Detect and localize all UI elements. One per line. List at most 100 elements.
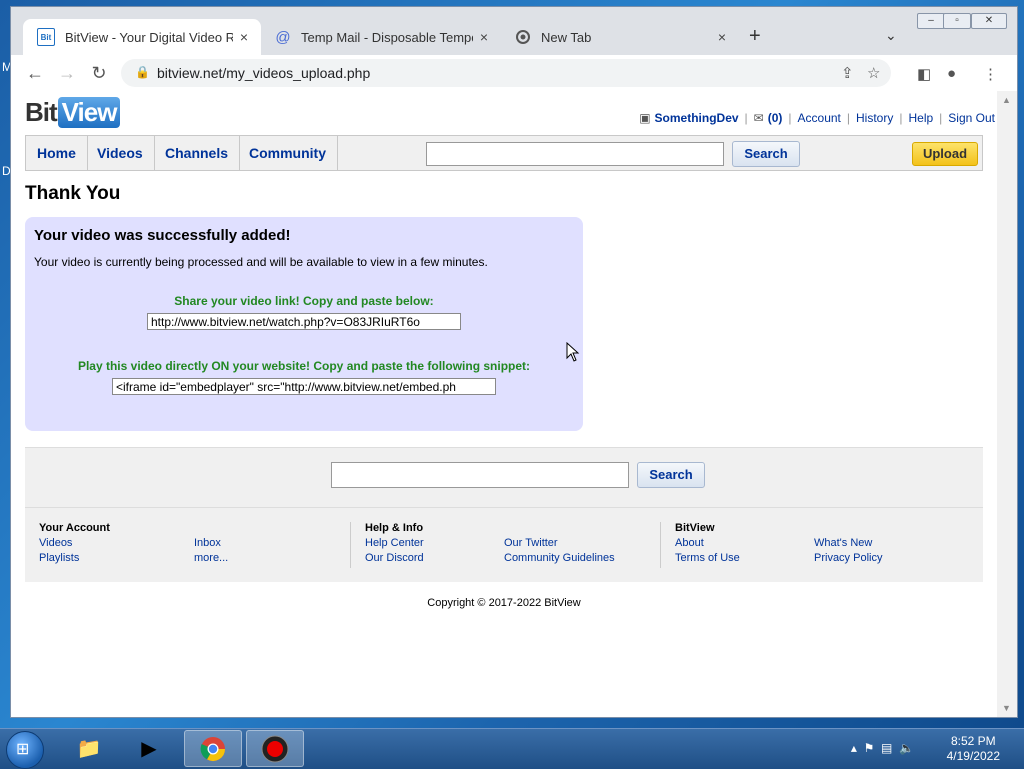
- separator: |: [939, 111, 943, 125]
- bitview-logo[interactable]: Bit View: [25, 97, 121, 128]
- separator: |: [899, 111, 903, 125]
- bookmark-star-icon[interactable]: ☆: [867, 64, 880, 82]
- at-sign-icon: @: [275, 28, 291, 46]
- recorder-icon[interactable]: [246, 730, 304, 767]
- processing-message: Your video is currently being processed …: [34, 255, 488, 269]
- separator: |: [846, 111, 851, 125]
- close-tab-icon[interactable]: ×: [711, 29, 733, 45]
- scroll-up-icon[interactable]: ▲: [1002, 95, 1011, 105]
- account-link[interactable]: Account: [798, 111, 841, 125]
- copyright: Copyright © 2017-2022 BitView: [427, 597, 581, 609]
- footer-search-button[interactable]: Search: [637, 462, 705, 488]
- clock-time: 8:52 PM: [950, 734, 996, 748]
- lock-icon: 🔒: [135, 65, 150, 79]
- close-tab-icon[interactable]: ×: [473, 29, 495, 45]
- reload-icon[interactable]: ↻: [87, 61, 111, 85]
- side-panel-icon[interactable]: ◧: [917, 65, 931, 83]
- tab-title: New Tab: [541, 29, 592, 45]
- footer-link-playlists[interactable]: Playlists: [39, 552, 79, 564]
- menu-kebab-icon[interactable]: ⋮: [983, 65, 998, 83]
- nav-videos[interactable]: Videos: [86, 136, 155, 170]
- mouse-cursor-icon: [566, 342, 580, 362]
- divider: [660, 522, 661, 568]
- footer-link-terms[interactable]: Terms of Use: [675, 552, 740, 564]
- forward-icon[interactable]: →: [55, 61, 79, 85]
- nav-community[interactable]: Community: [238, 136, 338, 170]
- bitview-heading: BitView: [675, 522, 715, 534]
- page-title: Thank You: [25, 183, 121, 204]
- tab-bitview[interactable]: Bit BitView - Your Digital Video Repo ×: [23, 19, 261, 55]
- search-button[interactable]: Search: [732, 141, 800, 167]
- file-explorer-icon[interactable]: 📁: [60, 730, 118, 767]
- footer-link-twitter[interactable]: Our Twitter: [504, 537, 558, 549]
- nav-home[interactable]: Home: [26, 136, 88, 170]
- separator: |: [744, 111, 748, 125]
- footer-link-help-center[interactable]: Help Center: [365, 537, 424, 549]
- help-info-heading: Help & Info: [365, 522, 424, 534]
- close-window-button[interactable]: ✕: [971, 13, 1007, 29]
- tab-temp-mail[interactable]: @ Temp Mail - Disposable Tempora ×: [261, 19, 501, 55]
- chrome-icon: [515, 29, 531, 45]
- footer-link-community-guidelines[interactable]: Community Guidelines: [504, 552, 615, 564]
- divider: [350, 522, 351, 568]
- footer-link-videos[interactable]: Videos: [39, 537, 72, 549]
- username-link[interactable]: SomethingDev: [655, 111, 739, 125]
- system-tray[interactable]: ▴ ⚑ ▤ 🔈: [851, 741, 914, 755]
- tv-icon: ▣: [639, 111, 651, 125]
- media-player-icon[interactable]: ▶: [120, 730, 178, 767]
- footer-link-about[interactable]: About: [675, 537, 704, 549]
- footer-link-discord[interactable]: Our Discord: [365, 552, 424, 564]
- tab-strip: Bit BitView - Your Digital Video Repo × …: [11, 7, 1017, 59]
- footer-link-whats-new[interactable]: What's New: [814, 537, 872, 549]
- tab-title: Temp Mail - Disposable Tempora: [301, 29, 473, 45]
- page-scrollbar[interactable]: ▲ ▼: [997, 91, 1017, 717]
- windows-logo-icon: ⊞: [16, 741, 30, 758]
- footer-link-privacy[interactable]: Privacy Policy: [814, 552, 882, 564]
- share-link-label: Share your video link! Copy and paste be…: [174, 294, 434, 308]
- help-link[interactable]: Help: [908, 111, 933, 125]
- back-icon[interactable]: ←: [23, 61, 47, 85]
- main-nav: Home Videos Channels Community Search Up…: [25, 135, 983, 171]
- inbox-count-link[interactable]: (0): [768, 111, 783, 125]
- taskbar: ⊞ 📁 ▶ ▴ ⚑ ▤ 🔈 8:52 PM 4/19/2022: [0, 728, 1024, 769]
- share-link-field[interactable]: http://www.bitview.net/watch.php?v=O83JR…: [147, 313, 461, 330]
- maximize-button[interactable]: ▫: [943, 13, 971, 29]
- logo-text-view: View: [57, 97, 121, 128]
- upload-success-box: Your video was successfully added! Your …: [25, 217, 583, 431]
- history-link[interactable]: History: [856, 111, 893, 125]
- sign-out-link[interactable]: Sign Out: [948, 111, 995, 125]
- url-text: bitview.net/my_videos_upload.php: [157, 65, 371, 81]
- tab-new-tab[interactable]: New Tab ×: [501, 19, 739, 55]
- search-input[interactable]: [426, 142, 724, 166]
- footer-links: Your Account Videos Playlists Inbox more…: [25, 507, 983, 582]
- scroll-down-icon[interactable]: ▼: [1002, 703, 1011, 713]
- tab-search-icon[interactable]: ⌄: [885, 27, 897, 44]
- browser-window: Bit BitView - Your Digital Video Repo × …: [10, 6, 1018, 718]
- close-tab-icon[interactable]: ×: [233, 29, 255, 45]
- success-title: Your video was successfully added!: [34, 227, 291, 244]
- footer-link-more[interactable]: more...: [194, 552, 228, 564]
- footer-search-input[interactable]: [331, 462, 629, 488]
- upload-button[interactable]: Upload: [912, 142, 978, 166]
- footer-link-inbox[interactable]: Inbox: [194, 537, 221, 549]
- footer-search-bar: Search: [25, 447, 983, 508]
- browser-toolbar: ← → ↻ 🔒 bitview.net/my_videos_upload.php…: [11, 55, 1017, 91]
- page-content: Bit View ▣ SomethingDev | ✉ (0) | Accoun…: [11, 91, 997, 717]
- separator: |: [788, 111, 792, 125]
- profile-icon[interactable]: ●: [947, 65, 956, 82]
- clock[interactable]: 8:52 PM 4/19/2022: [947, 734, 1000, 764]
- chrome-taskbar-icon[interactable]: [184, 730, 242, 767]
- embed-snippet-field[interactable]: <iframe id="embedplayer" src="http://www…: [112, 378, 496, 395]
- clock-date: 4/19/2022: [946, 749, 1000, 763]
- logo-text-bit: Bit: [25, 97, 58, 127]
- minimize-button[interactable]: –: [917, 13, 945, 29]
- share-icon[interactable]: ⇪: [841, 64, 854, 82]
- user-bar: ▣ SomethingDev | ✉ (0) | Account | Histo…: [639, 111, 995, 125]
- start-button[interactable]: ⊞: [6, 731, 44, 769]
- mail-icon[interactable]: ✉: [754, 111, 764, 125]
- new-tab-button[interactable]: +: [749, 25, 761, 48]
- tab-title: BitView - Your Digital Video Repo: [65, 29, 233, 45]
- embed-snippet-label: Play this video directly ON your website…: [77, 359, 531, 373]
- address-bar[interactable]: 🔒 bitview.net/my_videos_upload.php ⇪ ☆: [121, 59, 891, 87]
- nav-channels[interactable]: Channels: [154, 136, 241, 170]
